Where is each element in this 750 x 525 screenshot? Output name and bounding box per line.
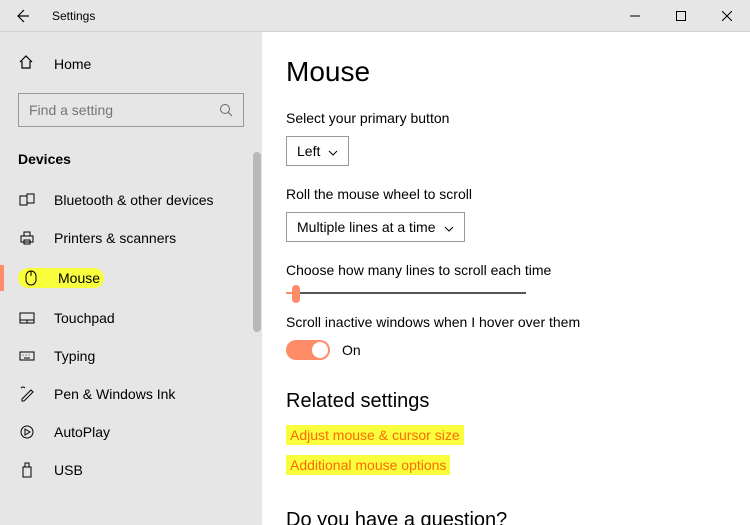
pen-icon	[18, 386, 36, 402]
dropdown-value: Left	[297, 143, 320, 159]
content-pane: Mouse Select your primary button Left Ro…	[262, 32, 750, 525]
sidebar-scrollbar[interactable]	[252, 32, 262, 525]
dropdown-value: Multiple lines at a time	[297, 219, 436, 235]
toggle-knob	[312, 342, 328, 358]
sidebar-item-typing[interactable]: Typing	[0, 337, 262, 375]
toggle-state: On	[342, 342, 361, 358]
question-heading: Do you have a question?	[286, 509, 726, 525]
search-input[interactable]	[29, 102, 219, 118]
maximize-icon	[676, 11, 686, 21]
minimize-icon	[630, 11, 640, 21]
autoplay-icon	[18, 425, 36, 439]
sidebar-item-label: Mouse	[58, 270, 100, 286]
bluetooth-devices-icon	[18, 193, 36, 207]
arrow-left-icon	[14, 8, 30, 24]
primary-button-label: Select your primary button	[286, 110, 726, 126]
sidebar-item-pen[interactable]: Pen & Windows Ink	[0, 375, 262, 413]
sidebar-item-label: Typing	[54, 348, 95, 364]
inactive-toggle[interactable]	[286, 340, 330, 360]
back-button[interactable]	[0, 0, 44, 32]
link-adjust-cursor[interactable]: Adjust mouse & cursor size	[286, 425, 464, 445]
page-title: Mouse	[286, 56, 726, 88]
home-icon	[18, 54, 36, 73]
sidebar-item-mouse[interactable]: Mouse	[0, 257, 262, 299]
home-label: Home	[54, 56, 91, 72]
scrollbar-thumb[interactable]	[253, 152, 261, 332]
touchpad-icon	[18, 312, 36, 324]
sidebar-item-label: Touchpad	[54, 310, 115, 326]
search-icon	[219, 103, 233, 117]
window-title: Settings	[52, 9, 95, 23]
slider-thumb[interactable]	[292, 285, 300, 303]
close-icon	[722, 11, 732, 21]
inactive-label: Scroll inactive windows when I hover ove…	[286, 314, 726, 330]
printer-icon	[18, 231, 36, 245]
minimize-button[interactable]	[612, 0, 658, 32]
primary-button-dropdown[interactable]: Left	[286, 136, 349, 166]
link-additional-options[interactable]: Additional mouse options	[286, 455, 450, 475]
window-controls	[612, 0, 750, 32]
sidebar-item-touchpad[interactable]: Touchpad	[0, 299, 262, 337]
mouse-icon	[22, 270, 40, 286]
sidebar-item-label: Pen & Windows Ink	[54, 386, 175, 402]
search-box[interactable]	[18, 93, 244, 127]
sidebar-item-usb[interactable]: USB	[0, 451, 262, 489]
keyboard-icon	[18, 351, 36, 361]
usb-icon	[18, 462, 36, 478]
lines-label: Choose how many lines to scroll each tim…	[286, 262, 726, 278]
home-button[interactable]: Home	[0, 44, 262, 83]
titlebar: Settings	[0, 0, 750, 32]
sidebar: Home Devices Bluetooth & other devices P…	[0, 32, 262, 525]
sidebar-item-label: Bluetooth & other devices	[54, 192, 214, 208]
sidebar-item-label: USB	[54, 462, 83, 478]
wheel-dropdown[interactable]: Multiple lines at a time	[286, 212, 465, 242]
chevron-down-icon	[320, 143, 338, 159]
section-heading: Devices	[0, 145, 262, 181]
maximize-button[interactable]	[658, 0, 704, 32]
close-button[interactable]	[704, 0, 750, 32]
sidebar-item-label: AutoPlay	[54, 424, 110, 440]
chevron-down-icon	[436, 219, 454, 235]
sidebar-item-autoplay[interactable]: AutoPlay	[0, 413, 262, 451]
related-heading: Related settings	[286, 390, 726, 413]
wheel-label: Roll the mouse wheel to scroll	[286, 186, 726, 202]
sidebar-item-bluetooth[interactable]: Bluetooth & other devices	[0, 181, 262, 219]
sidebar-item-label: Printers & scanners	[54, 230, 176, 246]
lines-slider[interactable]	[286, 292, 526, 294]
sidebar-item-printers[interactable]: Printers & scanners	[0, 219, 262, 257]
